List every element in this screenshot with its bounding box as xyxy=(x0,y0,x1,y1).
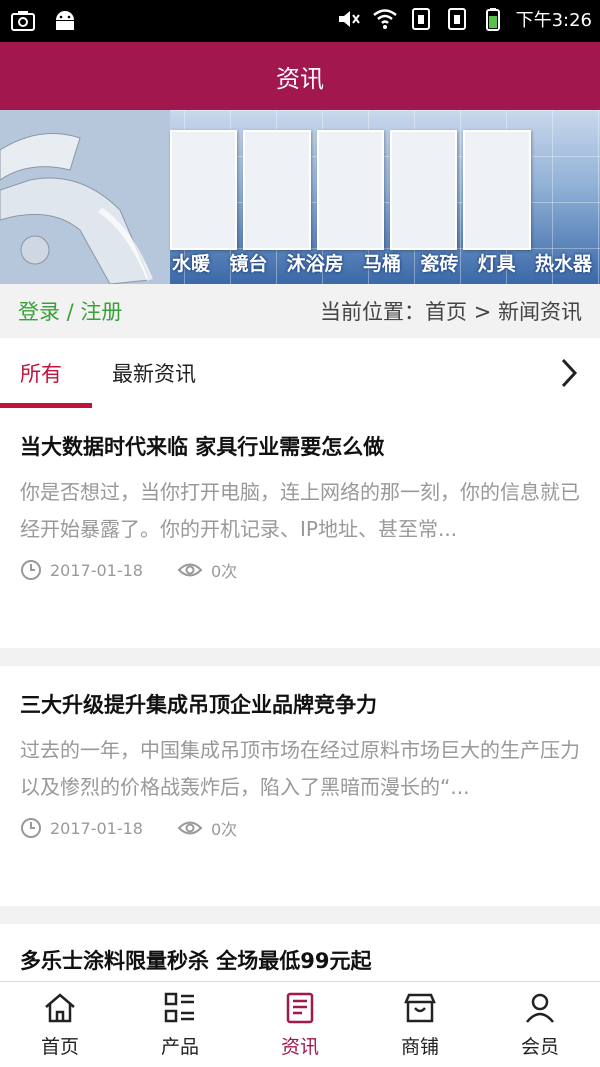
product-grid-icon xyxy=(164,992,194,1023)
news-summary: 过去的一年，中国集成吊顶市场在经过原料市场巨大的生产压力以及惨烈的价格战轰炸后，… xyxy=(20,738,580,799)
news-summary: 你是否想过，当你打开电脑，连上网络的那一刻，你的信息就已经开始暴露了。你的开机记… xyxy=(20,480,580,541)
clock-icon xyxy=(21,560,41,580)
range-hood-image xyxy=(463,130,531,250)
banner-category: 热水器 xyxy=(534,253,592,275)
chandelier-image xyxy=(537,130,600,250)
login-register-link[interactable]: 登录 / 注册 xyxy=(18,296,122,326)
sim1-signal-icon xyxy=(411,8,430,30)
chevron-right-icon xyxy=(561,358,578,388)
user-icon xyxy=(526,993,554,1023)
news-views: 0次 xyxy=(210,562,238,581)
shop-icon xyxy=(404,993,436,1023)
banner-category: 灯具 xyxy=(477,253,516,275)
nav-products[interactable]: 产品 xyxy=(120,982,240,1067)
app-header: 资讯 xyxy=(0,42,600,110)
promo-banner[interactable]: 水暖 镜台 沐浴房 马桶 瓷砖 灯具 热水器 xyxy=(0,110,600,284)
faucet-image xyxy=(0,110,170,284)
home-icon xyxy=(45,993,75,1023)
news-item[interactable]: 三大升级提升集成吊顶企业品牌竞争力 过去的一年，中国集成吊顶市场在经过原料市场巨… xyxy=(0,666,600,906)
news-meta: 2017-01-18 0次 xyxy=(20,558,580,582)
sim2-signal-icon xyxy=(447,8,466,30)
status-time: 下午3:26 xyxy=(515,10,592,31)
breadcrumb: 当前位置：首页 > 新闻资讯 xyxy=(320,300,582,324)
nav-label: 资讯 xyxy=(280,1036,319,1058)
news-date: 2017-01-18 xyxy=(50,818,143,838)
nav-label: 产品 xyxy=(160,1036,199,1058)
nav-member[interactable]: 会员 xyxy=(480,982,600,1067)
page-title: 资讯 xyxy=(276,64,324,93)
news-views: 0次 xyxy=(210,820,238,839)
news-date: 2017-01-18 xyxy=(50,560,143,580)
nav-shops[interactable]: 商铺 xyxy=(360,982,480,1067)
news-meta: 2017-01-18 0次 xyxy=(20,816,580,840)
banner-category: 马桶 xyxy=(362,253,401,275)
product-gallery xyxy=(170,130,600,250)
status-bar: 下午3:26 xyxy=(0,0,600,42)
crumb-bar: 登录 / 注册 当前位置：首页 > 新闻资讯 xyxy=(0,284,600,338)
news-icon xyxy=(286,992,314,1024)
tab-all[interactable]: 所有 xyxy=(20,338,62,408)
battery-icon xyxy=(485,8,500,31)
wifi-icon xyxy=(372,9,397,29)
vanity-cabinet-image xyxy=(170,130,238,250)
mute-icon xyxy=(338,11,360,27)
category-tabs: 所有 最新资讯 xyxy=(0,338,600,408)
tab-latest-news[interactable]: 最新资讯 xyxy=(112,338,196,408)
banner-category: 瓷砖 xyxy=(420,253,459,275)
tabs-scroll-right-button[interactable] xyxy=(538,338,600,408)
android-icon xyxy=(56,11,74,30)
nav-label: 会员 xyxy=(520,1036,559,1058)
banner-category: 镜台 xyxy=(229,253,268,275)
news-title[interactable]: 三大升级提升集成吊顶企业品牌竞争力 xyxy=(20,690,580,720)
nav-home[interactable]: 首页 xyxy=(0,982,120,1067)
faucet-product-image xyxy=(243,130,311,250)
news-title[interactable]: 当大数据时代来临 家具行业需要怎么做 xyxy=(20,432,580,462)
screenshot-icon xyxy=(11,11,35,31)
toilet-image xyxy=(316,130,384,250)
banner-category: 水暖 xyxy=(172,253,211,275)
clock-icon xyxy=(21,818,41,838)
banner-categories: 水暖 镜台 沐浴房 马桶 瓷砖 灯具 热水器 xyxy=(172,249,592,276)
nav-news[interactable]: 资讯 xyxy=(240,982,360,1067)
nav-label: 商铺 xyxy=(400,1036,439,1058)
news-item[interactable]: 多乐士涂料限量秒杀 全场最低99元起 xyxy=(0,924,600,981)
bottom-nav: 首页 产品 资讯 商铺 会员 xyxy=(0,981,600,1067)
eye-icon xyxy=(177,821,203,835)
eye-icon xyxy=(177,563,203,577)
banner-category: 沐浴房 xyxy=(286,253,344,275)
shower-room-image xyxy=(389,130,458,250)
news-title[interactable]: 多乐士涂料限量秒杀 全场最低99元起 xyxy=(20,946,580,976)
news-item[interactable]: 当大数据时代来临 家具行业需要怎么做 你是否想过，当你打开电脑，连上网络的那一刻… xyxy=(0,408,600,648)
nav-label: 首页 xyxy=(40,1036,79,1058)
